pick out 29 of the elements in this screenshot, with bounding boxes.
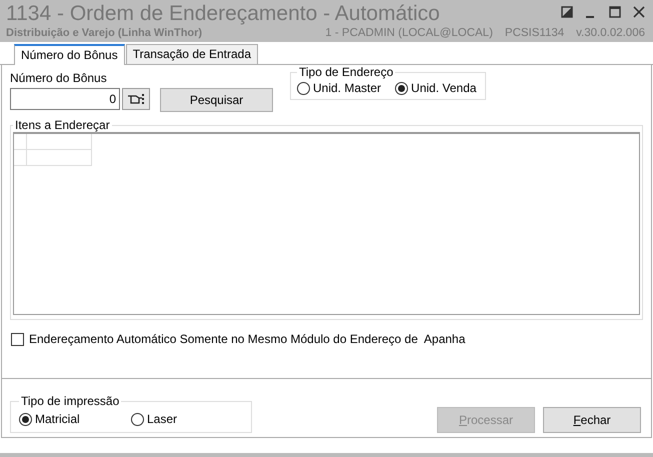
radio-button[interactable] <box>395 82 408 94</box>
radio-button[interactable] <box>131 412 144 426</box>
window-title: 1134 - Ordem de Endereçamento - Automático <box>6 1 440 27</box>
radio-label: Unid. Master <box>313 81 382 95</box>
company-name: Distribuição e Varejo (Linha WinThor) <box>6 27 202 39</box>
user-info: 1 - PCADMIN (LOCAL@LOCAL) <box>325 27 493 39</box>
search-button[interactable]: Pesquisar <box>160 88 273 112</box>
checkbox[interactable] <box>11 332 24 346</box>
radio-label: Laser <box>147 412 178 426</box>
tab[interactable]: Transação de Entrada <box>126 44 258 64</box>
radio-button[interactable] <box>19 412 32 426</box>
radio-label: Unid. Venda <box>411 81 476 95</box>
radio-button[interactable] <box>297 82 310 94</box>
tab[interactable]: Número do Bônus <box>14 44 125 65</box>
maximize-icon[interactable] <box>609 6 621 18</box>
radio-label: Matricial <box>35 412 80 426</box>
checkbox-label: Endereçamento Automático Somente no Mesmo Módulo do Endereço de Apanha <box>29 332 466 346</box>
field-label: Número do Bônus <box>10 71 108 86</box>
program-code: PCSIS1134 <box>504 27 564 39</box>
pointing-hand-icon <box>127 93 145 105</box>
version-label: v.30.0.02.006 <box>576 27 645 39</box>
group-title: Itens a Endereçar <box>14 118 111 132</box>
group-title: Tipo de Endereço <box>298 65 394 79</box>
close-icon[interactable] <box>633 6 645 18</box>
group-title: Tipo de impressão <box>20 394 120 408</box>
close-button[interactable]: Fechar <box>543 407 641 433</box>
lookup-button[interactable] <box>122 88 150 110</box>
restore-icon[interactable] <box>561 6 573 18</box>
bonus-number-field[interactable]: 0 <box>10 88 120 110</box>
